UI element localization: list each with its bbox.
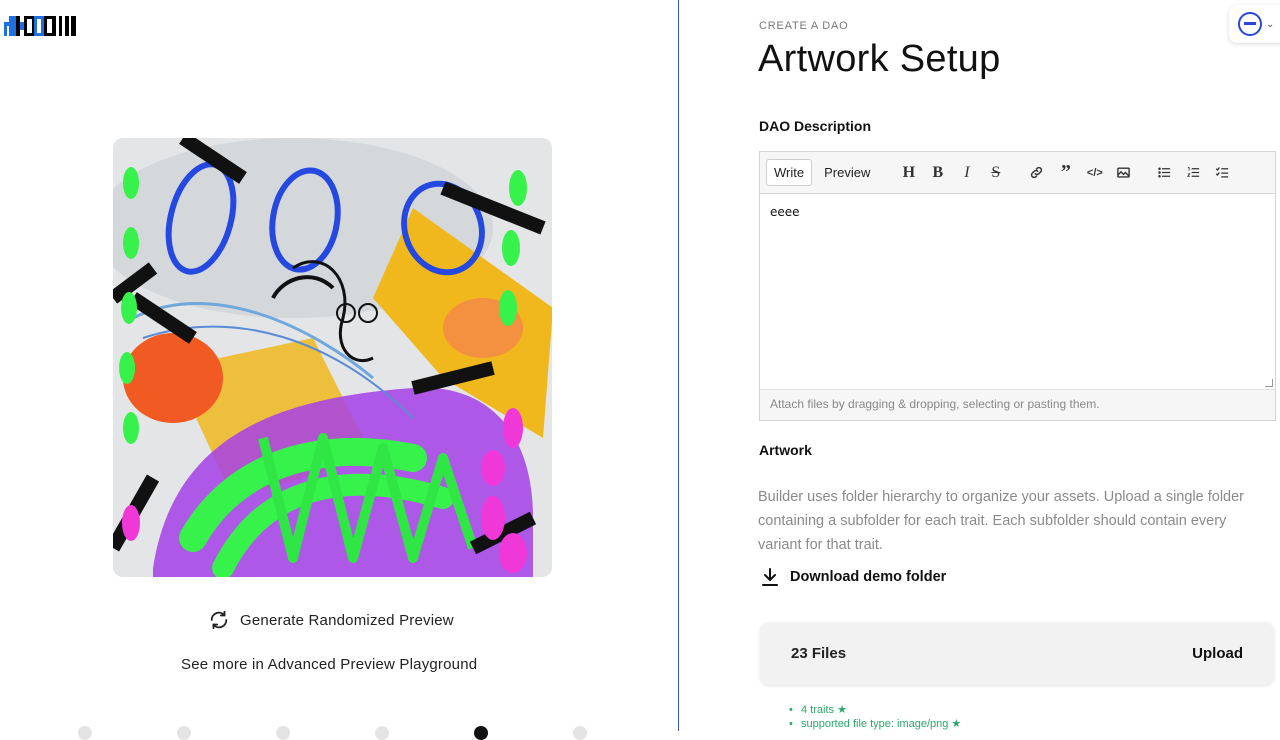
numbered-list-icon[interactable] [1179, 159, 1208, 187]
refresh-icon [210, 610, 228, 630]
generate-randomized-preview-button[interactable]: Generate Randomized Preview [208, 607, 454, 633]
attach-files-hint[interactable]: Attach files by dragging & dropping, sel… [760, 390, 1275, 420]
account-menu[interactable]: ⌄ [1229, 5, 1280, 43]
image-icon[interactable] [1109, 159, 1138, 187]
artwork-description: Builder uses folder hierarchy to organiz… [758, 489, 1245, 553]
step-dot [375, 726, 389, 740]
step-progress-dots [78, 726, 598, 740]
upload-button[interactable]: Upload [1192, 645, 1243, 662]
download-demo-folder-button[interactable]: Download demo folder [762, 568, 946, 586]
download-icon [762, 568, 778, 586]
validation-item: supported file type: image/png ★ [789, 717, 961, 731]
form-panel: CREATE A DAO Artwork Setup ⌄ DAO Descrip… [679, 0, 1280, 731]
artwork-label: Artwork [759, 442, 812, 458]
page-eyebrow: CREATE A DAO [759, 20, 849, 32]
quote-icon[interactable]: ” [1051, 159, 1080, 187]
step-dot-current [474, 726, 488, 740]
page-title: Artwork Setup [758, 38, 1001, 80]
step-dot [78, 726, 92, 740]
strikethrough-icon[interactable]: S [981, 159, 1010, 187]
bold-icon[interactable]: B [923, 159, 952, 187]
chevron-down-icon: ⌄ [1266, 18, 1275, 30]
italic-icon[interactable]: I [952, 159, 981, 187]
markdown-editor: Write Preview H B I S ” </> eeee Attach … [759, 151, 1276, 421]
artwork-preview-image [113, 138, 552, 577]
step-dot [177, 726, 191, 740]
description-textarea[interactable]: eeee [760, 194, 1275, 390]
upload-validation-list: 4 traits ★ supported file type: image/pn… [789, 703, 961, 731]
step-dot [573, 726, 587, 740]
link-icon[interactable] [1022, 159, 1051, 187]
files-count: 23 Files [791, 645, 847, 662]
step-dot [276, 726, 290, 740]
editor-toolbar: Write Preview H B I S ” </> [760, 152, 1275, 194]
download-label: Download demo folder [790, 569, 947, 585]
builder-logo[interactable] [4, 14, 94, 38]
heading-icon[interactable]: H [894, 159, 923, 187]
avatar [1238, 12, 1262, 36]
code-icon[interactable]: </> [1080, 159, 1109, 187]
resize-handle[interactable] [1265, 379, 1273, 387]
preview-panel: Generate Randomized Preview See more in … [0, 0, 678, 740]
description-value: eeee [770, 205, 800, 219]
artwork-upload-box[interactable]: 23 Files Upload [760, 622, 1274, 685]
generate-preview-label: Generate Randomized Preview [240, 611, 454, 629]
task-list-icon[interactable] [1208, 159, 1237, 187]
dao-description-label: DAO Description [759, 118, 872, 134]
tab-write[interactable]: Write [766, 159, 813, 186]
tab-preview[interactable]: Preview [816, 159, 878, 186]
advanced-preview-link[interactable]: See more in Advanced Preview Playground [181, 656, 477, 673]
validation-item: 4 traits ★ [789, 703, 961, 717]
bullet-list-icon[interactable] [1150, 159, 1179, 187]
